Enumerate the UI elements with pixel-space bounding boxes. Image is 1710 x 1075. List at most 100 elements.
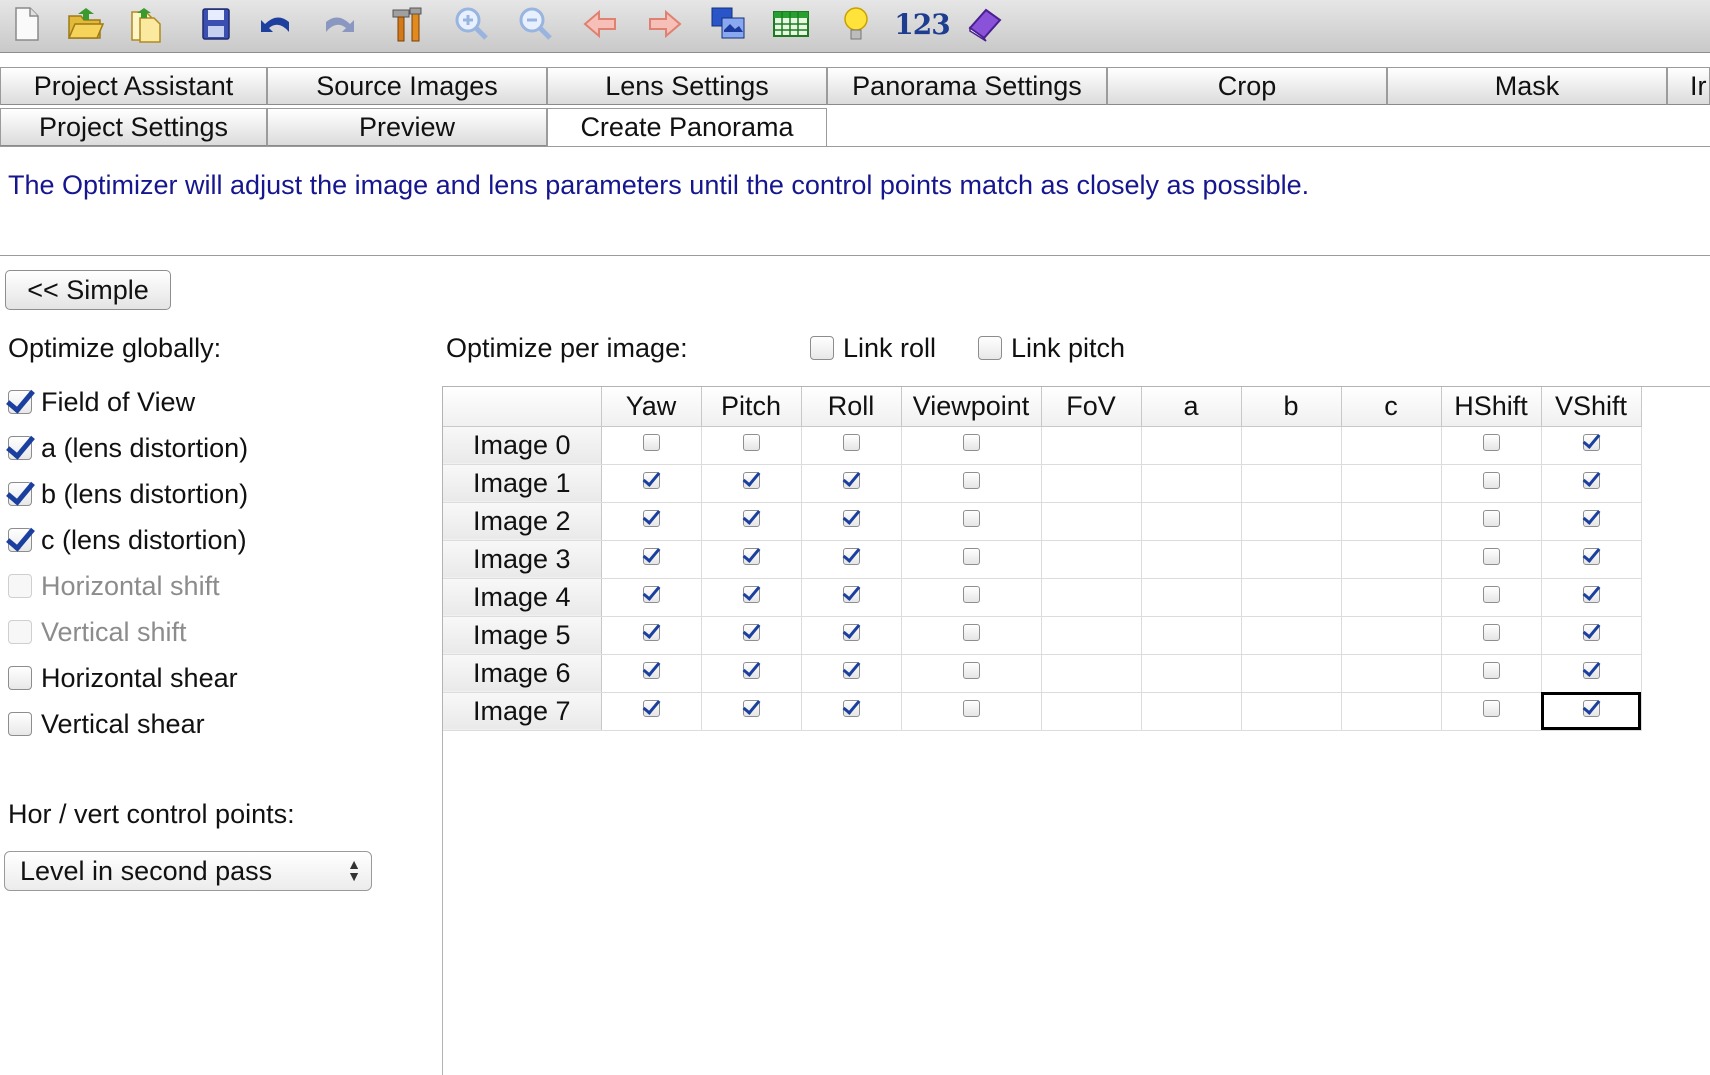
cell-checkbox[interactable] <box>962 472 980 489</box>
cell-checkbox[interactable] <box>1482 586 1500 603</box>
grid-cell-yaw[interactable] <box>601 616 702 655</box>
grid-cell-yaw[interactable] <box>601 578 702 617</box>
cell-checkbox[interactable] <box>742 472 760 489</box>
cell-checkbox[interactable] <box>1482 510 1500 527</box>
cell-checkbox[interactable] <box>962 586 980 603</box>
row-header[interactable]: Image 4 <box>443 578 602 617</box>
cell-checkbox[interactable] <box>1482 700 1500 717</box>
tab-crop[interactable]: Crop <box>1107 67 1387 105</box>
lens-b-checkbox[interactable] <box>8 482 32 506</box>
grid-cell-yaw[interactable] <box>601 540 702 579</box>
tab-project-assistant[interactable]: Project Assistant <box>0 67 267 105</box>
redo-icon[interactable] <box>316 2 360 46</box>
grid-cell-yaw[interactable] <box>601 502 702 541</box>
cell-checkbox[interactable] <box>842 434 860 451</box>
simple-mode-button[interactable]: << Simple <box>5 270 171 310</box>
tab-preview[interactable]: Preview <box>267 108 547 146</box>
grid-cell-yaw[interactable] <box>601 692 702 731</box>
grid-cell-yaw[interactable] <box>601 464 702 503</box>
column-header[interactable]: HShift <box>1441 387 1542 427</box>
cell-checkbox[interactable] <box>842 586 860 603</box>
tab-images-truncated[interactable]: Ir <box>1667 67 1710 105</box>
cell-checkbox[interactable] <box>1482 434 1500 451</box>
cell-checkbox[interactable] <box>642 434 660 451</box>
cell-checkbox[interactable] <box>742 586 760 603</box>
column-header[interactable]: b <box>1241 387 1342 427</box>
row-header[interactable]: Image 0 <box>443 426 602 465</box>
grid-cell-pitch[interactable] <box>701 540 802 579</box>
link-roll-checkbox[interactable] <box>810 336 834 360</box>
cell-checkbox[interactable] <box>1582 472 1600 489</box>
grid-cell-roll[interactable] <box>801 426 902 465</box>
cell-checkbox[interactable] <box>642 510 660 527</box>
column-header[interactable]: Roll <box>801 387 902 427</box>
cell-checkbox[interactable] <box>642 472 660 489</box>
grid-cell-hshift[interactable] <box>1441 502 1542 541</box>
grid-cell-pitch[interactable] <box>701 692 802 731</box>
grid-cell-vshift[interactable] <box>1541 502 1642 541</box>
row-header[interactable]: Image 3 <box>443 540 602 579</box>
grid-cell-hshift[interactable] <box>1441 654 1542 693</box>
cell-checkbox[interactable] <box>1482 662 1500 679</box>
grid-cell-vshift[interactable] <box>1541 540 1642 579</box>
grid-cell-viewpoint[interactable] <box>901 578 1042 617</box>
grid-cell-viewpoint[interactable] <box>901 616 1042 655</box>
grid-cell-viewpoint[interactable] <box>901 692 1042 731</box>
tab-panorama-settings[interactable]: Panorama Settings <box>827 67 1107 105</box>
cell-checkbox[interactable] <box>742 510 760 527</box>
open-project-icon[interactable] <box>64 2 108 46</box>
column-header[interactable]: Viewpoint <box>901 387 1042 427</box>
help-book-icon[interactable] <box>962 2 1006 46</box>
arrow-left-icon[interactable] <box>579 2 623 46</box>
grid-cell-vshift[interactable] <box>1541 464 1642 503</box>
link-roll-option[interactable]: Link roll <box>810 328 936 368</box>
cell-checkbox[interactable] <box>962 510 980 527</box>
grid-cell-vshift[interactable] <box>1541 426 1642 465</box>
grid-cell-vshift[interactable] <box>1541 616 1642 655</box>
grid-cell-roll[interactable] <box>801 578 902 617</box>
grid-cell-hshift[interactable] <box>1441 692 1542 731</box>
cell-checkbox[interactable] <box>842 510 860 527</box>
grid-cell-viewpoint[interactable] <box>901 426 1042 465</box>
horizontal-shear-checkbox[interactable] <box>8 666 32 690</box>
grid-cell-vshift[interactable] <box>1541 692 1642 731</box>
option-field-of-view[interactable]: Field of View <box>8 382 195 422</box>
cell-checkbox[interactable] <box>1482 548 1500 565</box>
link-pitch-option[interactable]: Link pitch <box>978 328 1125 368</box>
grid-cell-viewpoint[interactable] <box>901 540 1042 579</box>
zoom-in-icon[interactable] <box>450 2 494 46</box>
grid-cell-viewpoint[interactable] <box>901 464 1042 503</box>
cell-checkbox[interactable] <box>962 624 980 641</box>
vertical-shear-checkbox[interactable] <box>8 712 32 736</box>
cell-checkbox[interactable] <box>1582 700 1600 717</box>
option-lens-distortion-c[interactable]: c (lens distortion) <box>8 520 247 560</box>
option-lens-distortion-a[interactable]: a (lens distortion) <box>8 428 248 468</box>
tab-project-settings[interactable]: Project Settings <box>0 108 267 146</box>
save-icon[interactable] <box>194 2 238 46</box>
column-header[interactable]: Pitch <box>701 387 802 427</box>
grid-cell-pitch[interactable] <box>701 654 802 693</box>
row-header[interactable]: Image 5 <box>443 616 602 655</box>
field-of-view-checkbox[interactable] <box>8 390 32 414</box>
zoom-out-icon[interactable] <box>514 2 558 46</box>
tools-icon[interactable] <box>385 2 429 46</box>
grid-cell-viewpoint[interactable] <box>901 654 1042 693</box>
cell-checkbox[interactable] <box>742 700 760 717</box>
undo-icon[interactable] <box>255 2 299 46</box>
grid-cell-vshift[interactable] <box>1541 578 1642 617</box>
grid-cell-hshift[interactable] <box>1441 616 1542 655</box>
grid-cell-pitch[interactable] <box>701 502 802 541</box>
column-header[interactable]: FoV <box>1041 387 1142 427</box>
cell-checkbox[interactable] <box>1582 434 1600 451</box>
cell-checkbox[interactable] <box>962 434 980 451</box>
option-lens-distortion-b[interactable]: b (lens distortion) <box>8 474 248 514</box>
grid-cell-pitch[interactable] <box>701 464 802 503</box>
cell-checkbox[interactable] <box>642 548 660 565</box>
arrow-right-icon[interactable] <box>642 2 686 46</box>
grid-cell-hshift[interactable] <box>1441 426 1542 465</box>
grid-cell-viewpoint[interactable] <box>901 502 1042 541</box>
tab-lens-settings[interactable]: Lens Settings <box>547 67 827 105</box>
row-header[interactable]: Image 6 <box>443 654 602 693</box>
tab-mask[interactable]: Mask <box>1387 67 1667 105</box>
grid-cell-yaw[interactable] <box>601 654 702 693</box>
